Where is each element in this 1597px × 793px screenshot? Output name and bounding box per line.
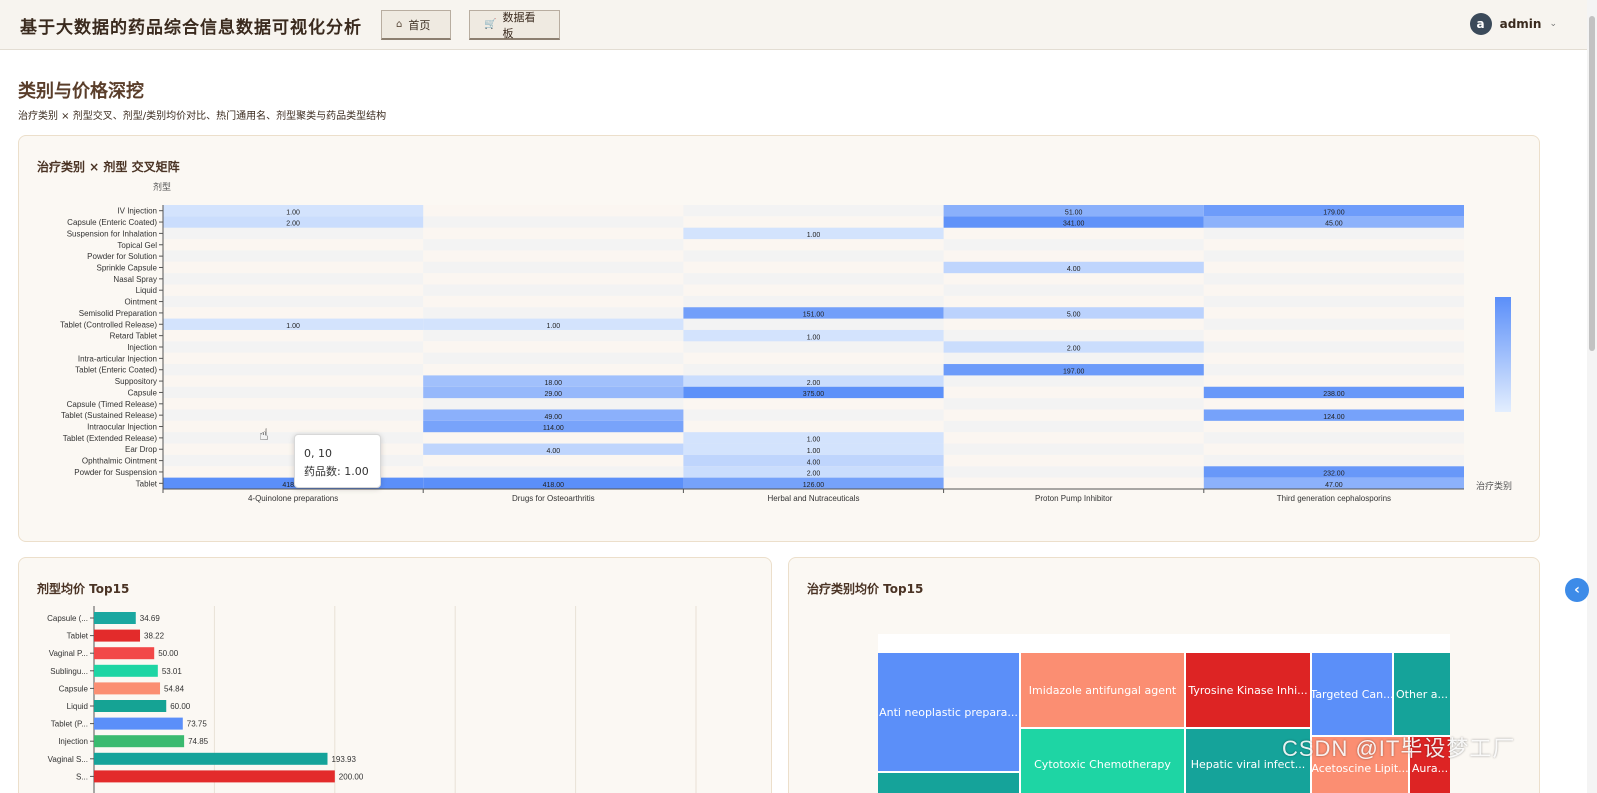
collapse-panel-icon[interactable]: ‹ xyxy=(1565,578,1589,602)
page-subtitle: 治疗类别 × 剂型交叉、剂型/类别均价对比、热门通用名、剂型聚类与药品类型结构 xyxy=(18,111,387,122)
treemap-cell[interactable]: Cytotoxic Chemotherapy xyxy=(1021,729,1184,793)
watermark: CSDN @IT毕设梦工厂 xyxy=(1282,736,1516,761)
chevron-down-icon: ⌄ xyxy=(1549,19,1557,29)
treemap-cell[interactable]: Tyrosine Kinase Inhi... xyxy=(1186,653,1310,727)
treemap-cell-partial[interactable] xyxy=(878,773,1019,793)
dosage-avg-price-card: 剂型均价 Top15 xyxy=(18,557,772,793)
treemap-cell[interactable]: Imidazole antifungal agent xyxy=(1021,653,1184,727)
tooltip-value-row: 药品数: 1.00 xyxy=(304,463,371,481)
treemap-cell[interactable]: Other a... xyxy=(1394,653,1450,735)
tab-home[interactable]: ⌂ 首页 xyxy=(381,10,451,40)
user-menu[interactable]: a admin ⌄ xyxy=(1469,13,1557,35)
page-title: 类别与价格深挖 xyxy=(18,81,144,102)
page-scrollbar[interactable] xyxy=(1587,0,1597,793)
treemap-cell[interactable]: Anti neoplastic prepara... xyxy=(878,653,1019,771)
hand-cursor-icon: ☝ xyxy=(259,425,269,444)
app-title: 基于大数据的药品综合信息数据可视化分析 xyxy=(20,18,362,38)
cart-icon: 🛒 xyxy=(484,19,497,30)
treemap-cell[interactable]: Targeted Can... xyxy=(1312,653,1392,735)
user-name: admin xyxy=(1499,17,1542,31)
tab-home-label: 首页 xyxy=(408,18,431,32)
tooltip-coord: 0, 10 xyxy=(304,447,332,460)
heatmap-card-title: 治疗类别 × 剂型 交叉矩阵 xyxy=(37,160,180,174)
tooltip-value: 1.00 xyxy=(344,465,369,478)
tab-dashboard[interactable]: 🛒 数据看板 xyxy=(469,10,560,40)
tab-dashboard-label: 数据看板 xyxy=(502,10,536,40)
avatar: a xyxy=(1469,13,1492,35)
heatmap-tooltip: 0, 10 药品数: 1.00 xyxy=(294,434,381,488)
category-card-title: 治疗类别均价 Top15 xyxy=(807,582,924,596)
heatmap-card: 治疗类别 × 剂型 交叉矩阵 xyxy=(18,135,1540,542)
home-icon: ⌂ xyxy=(396,19,403,30)
scrollbar-thumb[interactable] xyxy=(1589,16,1595,351)
top-header: 基于大数据的药品综合信息数据可视化分析 ⌂ 首页 🛒 数据看板 a admin … xyxy=(0,0,1597,50)
tooltip-label: 药品数: xyxy=(304,465,341,478)
dosage-card-title: 剂型均价 Top15 xyxy=(37,582,130,596)
